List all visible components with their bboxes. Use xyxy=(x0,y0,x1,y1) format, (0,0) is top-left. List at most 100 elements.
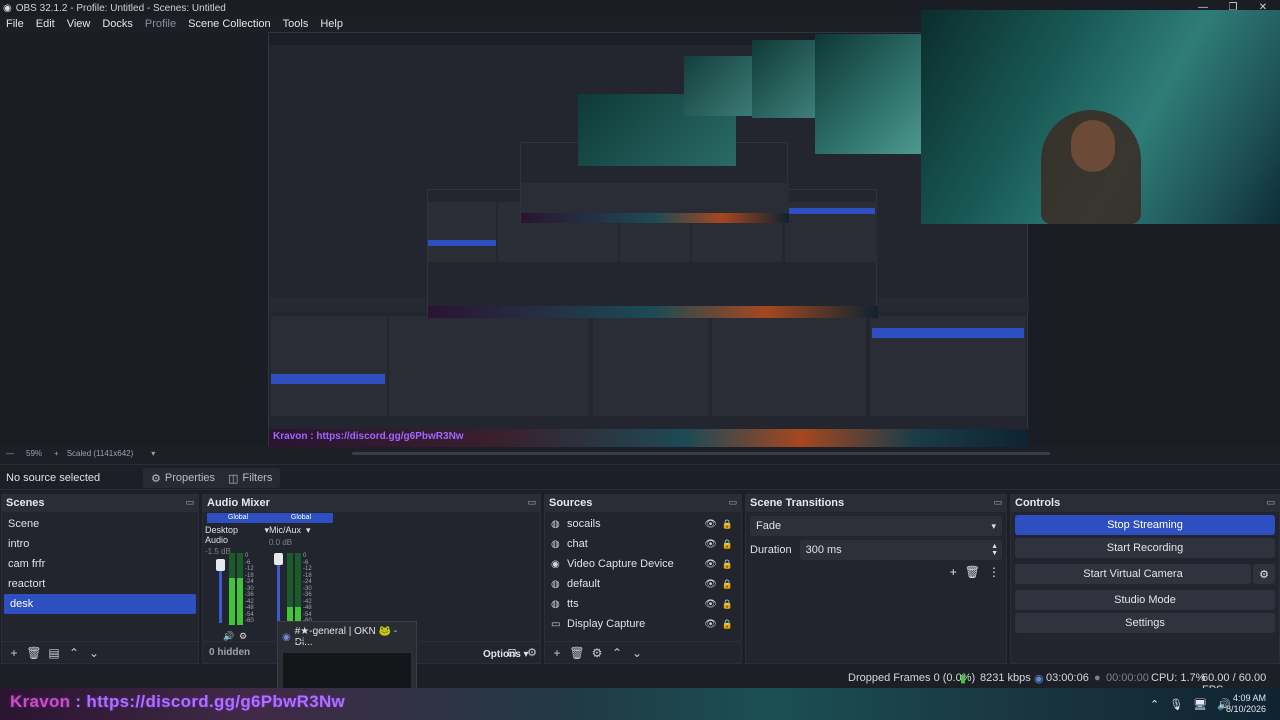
controls-dock: Controls ▭ Stop Streaming Start Recording… xyxy=(1010,494,1280,664)
source-properties-button[interactable]: ⚙ xyxy=(589,646,605,660)
studio-mode-button[interactable]: Studio Mode xyxy=(1015,590,1275,610)
scene-item[interactable]: Scene xyxy=(2,514,198,534)
scene-item[interactable]: cam frfr xyxy=(2,554,198,574)
scene-transitions-dock: Scene Transitions ▭ Fade ▾ Duration 300 m… xyxy=(745,494,1007,664)
visibility-eye-icon[interactable]: 👁 xyxy=(704,519,717,530)
options-button[interactable]: Options ▾ xyxy=(483,649,529,660)
lock-icon[interactable]: 🔒 xyxy=(722,599,733,610)
transitions-title: Scene Transitions xyxy=(750,497,845,509)
menu-file[interactable]: File xyxy=(0,18,30,30)
menu-help[interactable]: Help xyxy=(314,18,349,30)
move-up-button[interactable]: ⌃ xyxy=(66,646,82,660)
channel-name[interactable]: Mic/Aux xyxy=(269,525,301,536)
visibility-eye-icon[interactable]: 👁 xyxy=(704,559,717,570)
chevron-down-icon[interactable]: ▾ xyxy=(262,525,269,545)
volume-knob[interactable] xyxy=(274,553,283,565)
dock-menu-icon[interactable]: ▭ xyxy=(1266,497,1275,508)
scene-filters-button[interactable]: ▤ xyxy=(46,646,62,660)
network-icon[interactable]: 🖥 xyxy=(1193,698,1207,711)
lock-icon[interactable]: 🔒 xyxy=(722,539,733,550)
source-list: ◍ socails 👁 🔒 ◍ chat 👁 🔒 ◉ Video Capture Device 👁 🔒… xyxy=(545,512,741,634)
source-item[interactable]: ◍ socails 👁 🔒 xyxy=(545,514,741,534)
globe-icon: ◍ xyxy=(551,578,560,590)
stop-streaming-button[interactable]: Stop Streaming xyxy=(1015,515,1275,535)
chevron-up-icon[interactable]: ⌃ xyxy=(1150,698,1159,711)
lock-icon[interactable]: 🔒 xyxy=(722,519,733,530)
start-recording-button[interactable]: Start Recording xyxy=(1015,538,1275,558)
microphone-icon[interactable]: 🎙 xyxy=(1169,698,1183,711)
volume-knob[interactable] xyxy=(216,559,225,571)
remove-transition-button[interactable]: 🗑 xyxy=(965,565,980,579)
move-down-button[interactable]: ⌄ xyxy=(86,646,102,660)
filters-button[interactable]: ◫ Filters xyxy=(220,468,281,488)
zoom-in-button[interactable]: + xyxy=(54,449,59,458)
menu-profile[interactable]: Profile xyxy=(139,18,182,30)
duration-input[interactable]: 300 ms ▲ ▼ xyxy=(799,540,1002,560)
add-source-button[interactable]: + xyxy=(549,646,565,660)
remove-scene-button[interactable]: 🗑 xyxy=(26,646,42,660)
move-up-button[interactable]: ⌃ xyxy=(609,646,625,660)
clock[interactable]: 4:09 AM 8/10/2026 xyxy=(1226,693,1266,715)
more-options-icon[interactable]: ⋮ xyxy=(988,565,1000,579)
menu-tools[interactable]: Tools xyxy=(277,18,315,30)
menu-docks[interactable]: Docks xyxy=(96,18,139,30)
scenes-title: Scenes xyxy=(6,497,45,509)
menu-scene-collection[interactable]: Scene Collection xyxy=(182,18,277,30)
dock-menu-icon[interactable]: ▭ xyxy=(527,497,536,508)
lock-icon[interactable]: 🔒 xyxy=(722,619,733,630)
channel-name[interactable]: Desktop Audio xyxy=(205,525,262,545)
stepper-icon[interactable]: ▲ ▼ xyxy=(991,543,998,557)
visibility-eye-icon[interactable]: 👁 xyxy=(704,619,717,630)
menu-edit[interactable]: Edit xyxy=(30,18,61,30)
remove-source-button[interactable]: 🗑 xyxy=(569,646,585,660)
source-item[interactable]: ◉ Video Capture Device 👁 🔒 xyxy=(545,554,741,574)
lock-icon[interactable]: 🔒 xyxy=(722,559,733,570)
db-scale: 0-6-12-18-24-30-36-42-48-54-60 xyxy=(303,553,312,625)
preview-canvas[interactable]: Kravon : https://discord.gg/g6PbwR3Nw xyxy=(0,10,1280,447)
audio-mixer-dock: Audio Mixer ▭ Global Desktop Audio ▾ -1.5… xyxy=(202,494,541,694)
visibility-eye-icon[interactable]: 👁 xyxy=(704,599,717,610)
properties-button[interactable]: ⚙ Properties xyxy=(143,468,224,488)
db-tick: -48 xyxy=(245,605,254,611)
scene-item[interactable]: intro xyxy=(2,534,198,554)
zoom-out-button[interactable]: — xyxy=(6,449,14,458)
source-toolbar: No source selected ⚙ Properties ◫ Filter… xyxy=(0,464,1280,490)
controls-title: Controls xyxy=(1015,497,1061,509)
zoom-bar: — 59% + Scaled (1141x642) ▾ xyxy=(0,447,1280,459)
chevron-down-icon[interactable]: ▾ xyxy=(151,449,155,458)
chevron-down-icon: ▾ xyxy=(991,520,996,531)
duration-label: Duration xyxy=(750,544,792,556)
source-item[interactable]: ◍ chat 👁 🔒 xyxy=(545,534,741,554)
level-meter xyxy=(287,553,293,625)
source-item[interactable]: ◍ tts 👁 🔒 xyxy=(545,594,741,614)
virtual-camera-settings-button[interactable]: ⚙ xyxy=(1253,564,1275,584)
move-down-button[interactable]: ⌄ xyxy=(629,646,645,660)
zoom-mode[interactable]: Scaled (1141x642) xyxy=(67,449,134,458)
scene-list: Scene intro cam frfr reactort desk xyxy=(2,512,198,614)
dock-menu-icon[interactable]: ▭ xyxy=(185,497,194,508)
scene-item[interactable]: reactort xyxy=(2,574,198,594)
scene-item[interactable]: desk xyxy=(4,594,196,614)
audio-mixer-title: Audio Mixer xyxy=(207,497,270,509)
dock-menu-icon[interactable]: ▭ xyxy=(728,497,737,508)
settings-button[interactable]: Settings xyxy=(1015,613,1275,633)
start-virtual-camera-button[interactable]: Start Virtual Camera xyxy=(1015,564,1251,584)
webcam-tile-2 xyxy=(684,56,752,116)
db-scale: 0-6-12-18-24-30-36-42-48-54-60 xyxy=(245,553,254,625)
cpu-usage: CPU: 1.7% xyxy=(1151,672,1206,684)
source-item[interactable]: ▭ Display Capture 👁 🔒 xyxy=(545,614,741,634)
source-item[interactable]: ◍ default 👁 🔒 xyxy=(545,574,741,594)
transition-select[interactable]: Fade ▾ xyxy=(750,516,1002,536)
visibility-eye-icon[interactable]: 👁 xyxy=(704,579,717,590)
horizontal-scrollbar[interactable] xyxy=(352,452,1050,455)
lock-icon[interactable]: 🔒 xyxy=(722,579,733,590)
visibility-eye-icon[interactable]: 👁 xyxy=(704,539,717,550)
audio-channel-desktop: Global Desktop Audio ▾ -1.5 dB 0 -6 -12 -18… xyxy=(205,513,269,643)
add-transition-button[interactable]: + xyxy=(950,565,957,579)
chat-user: Kravon xyxy=(10,692,71,711)
volume-slider[interactable] xyxy=(277,559,280,623)
dock-menu-icon[interactable]: ▭ xyxy=(993,497,1002,508)
menu-view[interactable]: View xyxy=(61,18,97,30)
add-scene-button[interactable]: + xyxy=(6,646,22,660)
chevron-down-icon[interactable]: ▾ xyxy=(301,525,311,536)
